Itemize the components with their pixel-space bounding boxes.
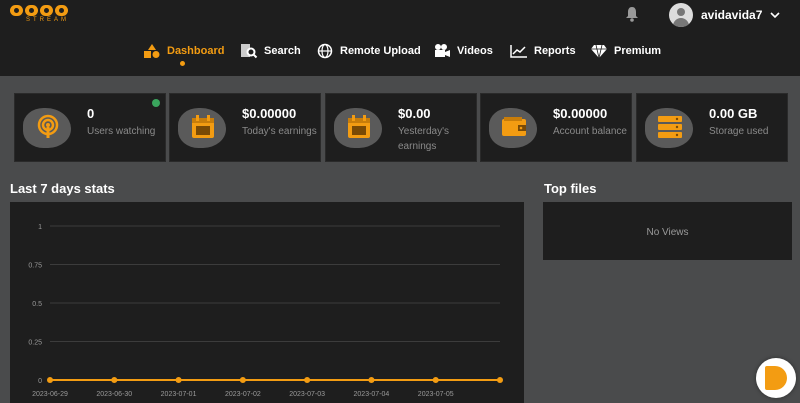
y-tick-label: 0.25 [28, 340, 42, 347]
x-tick-label: 2023-07-01 [161, 391, 197, 398]
x-tick-label: 2023-07-05 [418, 391, 454, 398]
tab-remote-upload[interactable]: Remote Upload [316, 40, 421, 62]
stat-card-storage-used: 0.00 GB Storage used [636, 93, 788, 162]
stats-section-title: Last 7 days stats [10, 181, 115, 196]
y-tick-label: 0 [38, 378, 42, 385]
diamond-icon [591, 44, 607, 59]
chat-icon [765, 366, 787, 390]
stat-card-account-balance: $0.00000 Account balance [480, 93, 632, 162]
tab-label: Premium [614, 45, 662, 57]
stats-line-chart: 1 0.75 0.5 0.25 0 2023-06-29 2023-06-30 2023-07… [28, 224, 503, 398]
bell-icon[interactable] [625, 6, 639, 22]
avatar [669, 3, 693, 27]
dashboard-icon [144, 44, 160, 58]
podcast-icon [37, 114, 59, 138]
tab-videos[interactable]: Videos [433, 40, 493, 62]
chevron-down-icon [770, 12, 780, 19]
tab-label: Remote Upload [340, 45, 421, 57]
logo-subtitle: STREAM [26, 17, 70, 23]
tab-label: Reports [534, 45, 576, 57]
x-tick-label: 2023-06-30 [96, 391, 132, 398]
data-point[interactable] [175, 377, 182, 383]
tab-label: Videos [457, 45, 493, 57]
stat-value: $0.00 [398, 106, 431, 121]
tab-label: Dashboard [167, 45, 225, 57]
data-point[interactable] [47, 377, 53, 383]
data-point[interactable] [304, 377, 311, 383]
tab-reports[interactable]: Reports [510, 40, 576, 62]
video-camera-icon [435, 44, 450, 57]
top-files-panel: No Views [543, 202, 792, 260]
data-point[interactable] [432, 377, 439, 383]
data-point[interactable] [239, 377, 246, 383]
stat-card-yesterdays-earnings: $0.00 Yesterday's earnings [325, 93, 477, 162]
user-menu[interactable]: avidavida7 [669, 3, 780, 27]
x-tick-label: 2023-07-02 [225, 391, 261, 398]
tab-dashboard[interactable]: Dashboard [143, 40, 224, 62]
top-files-title: Top files [544, 181, 597, 196]
tab-search[interactable]: Search [240, 40, 301, 62]
stat-label: Users watching [87, 126, 156, 137]
calendar-icon [192, 115, 214, 138]
stat-card-todays-earnings: $0.00000 Today's earnings [169, 93, 321, 162]
tab-premium[interactable]: Premium [590, 40, 661, 62]
line-chart-icon [510, 45, 527, 58]
no-views-message: No Views [646, 227, 689, 238]
server-icon [658, 116, 682, 138]
x-tick-label: 2023-07-04 [354, 391, 390, 398]
chat-button[interactable] [756, 358, 796, 398]
username: avidavida7 [701, 8, 763, 22]
stat-card-users-watching: 0 Users watching [14, 93, 166, 162]
y-tick-label: 0.75 [28, 263, 42, 270]
wallet-icon [502, 117, 526, 136]
stat-label: Today's earnings [242, 126, 317, 137]
globe-icon [317, 43, 333, 59]
x-tick-label: 2023-07-03 [289, 391, 325, 398]
stat-value: 0 [87, 106, 95, 121]
tab-label: Search [264, 45, 301, 57]
stat-label: Yesterday's earnings [398, 126, 450, 152]
data-point[interactable] [497, 377, 503, 383]
y-tick-label: 1 [38, 224, 42, 231]
data-point[interactable] [368, 377, 375, 383]
y-tick-label: 0.5 [32, 301, 42, 308]
stat-value: $0.00000 [553, 106, 608, 121]
main-nav: Dashboard Search Remote Upload Videos Re… [0, 40, 800, 70]
stats-chart-panel: 1 0.75 0.5 0.25 0 2023-06-29 2023-06-30 2023-07… [10, 202, 524, 403]
stat-label: Storage used [709, 126, 769, 137]
stat-value: $0.00000 [242, 106, 297, 121]
stat-value: 0.00 GB [709, 106, 758, 121]
online-status-dot [152, 99, 160, 107]
stat-label: Account balance [553, 126, 627, 137]
active-tab-indicator [180, 61, 185, 66]
top-bar: STREAM avidavida7 Dashboard Search Remot… [0, 0, 800, 76]
logo[interactable] [10, 5, 68, 16]
search-icon [241, 44, 258, 59]
x-tick-label: 2023-06-29 [32, 391, 68, 398]
calendar-icon [348, 115, 370, 138]
data-point[interactable] [111, 377, 118, 383]
